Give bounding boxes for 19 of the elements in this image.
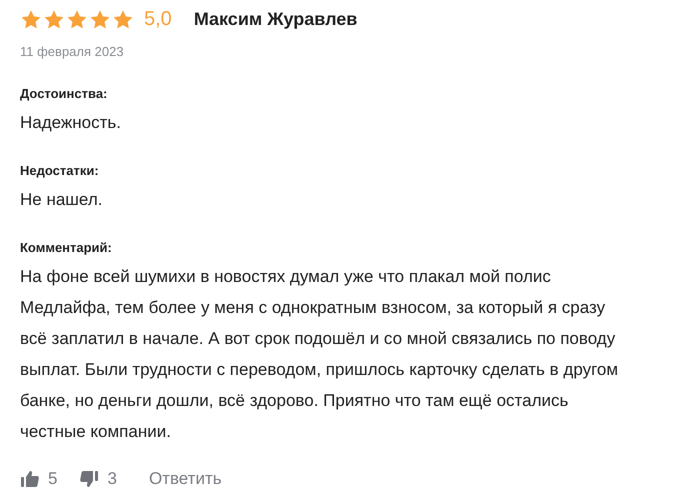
rating-value: 5,0 — [144, 8, 172, 31]
dislike-count: 3 — [107, 469, 117, 489]
review-date: 11 февраля 2023 — [20, 44, 124, 59]
section-text: Надежность. — [20, 112, 122, 134]
star-icon — [66, 8, 88, 30]
thumbs-up-icon[interactable] — [20, 469, 40, 489]
like-count: 5 — [48, 469, 58, 489]
section-label: Достоинства: — [20, 86, 108, 101]
reply-link[interactable]: Ответить — [148, 469, 222, 489]
star-icon — [89, 8, 111, 30]
star-icon — [112, 8, 134, 30]
section-label: Недостатки: — [20, 163, 99, 178]
author-name: Максим Журавлев — [194, 9, 358, 30]
section-label: Комментарий: — [20, 240, 112, 255]
star-icon — [43, 8, 65, 30]
section-text: Не нашел. — [20, 189, 104, 211]
thumbs-down-icon[interactable] — [79, 469, 100, 489]
star-icon — [20, 8, 42, 30]
section-text: На фоне всей шумихи в новостях думал уже что плакал мой полис Медлайфа, тем более у меня с однократным взносом, за который я сразу всё заплатил в начале. А вот срок подошёл и со мной связались по поводу выплат. Были трудности с переводом, пришлось карточку сделать в другом банке, но деньги дошли, всё здорово. Приятно что там ещё остались честные компании. — [20, 266, 620, 443]
